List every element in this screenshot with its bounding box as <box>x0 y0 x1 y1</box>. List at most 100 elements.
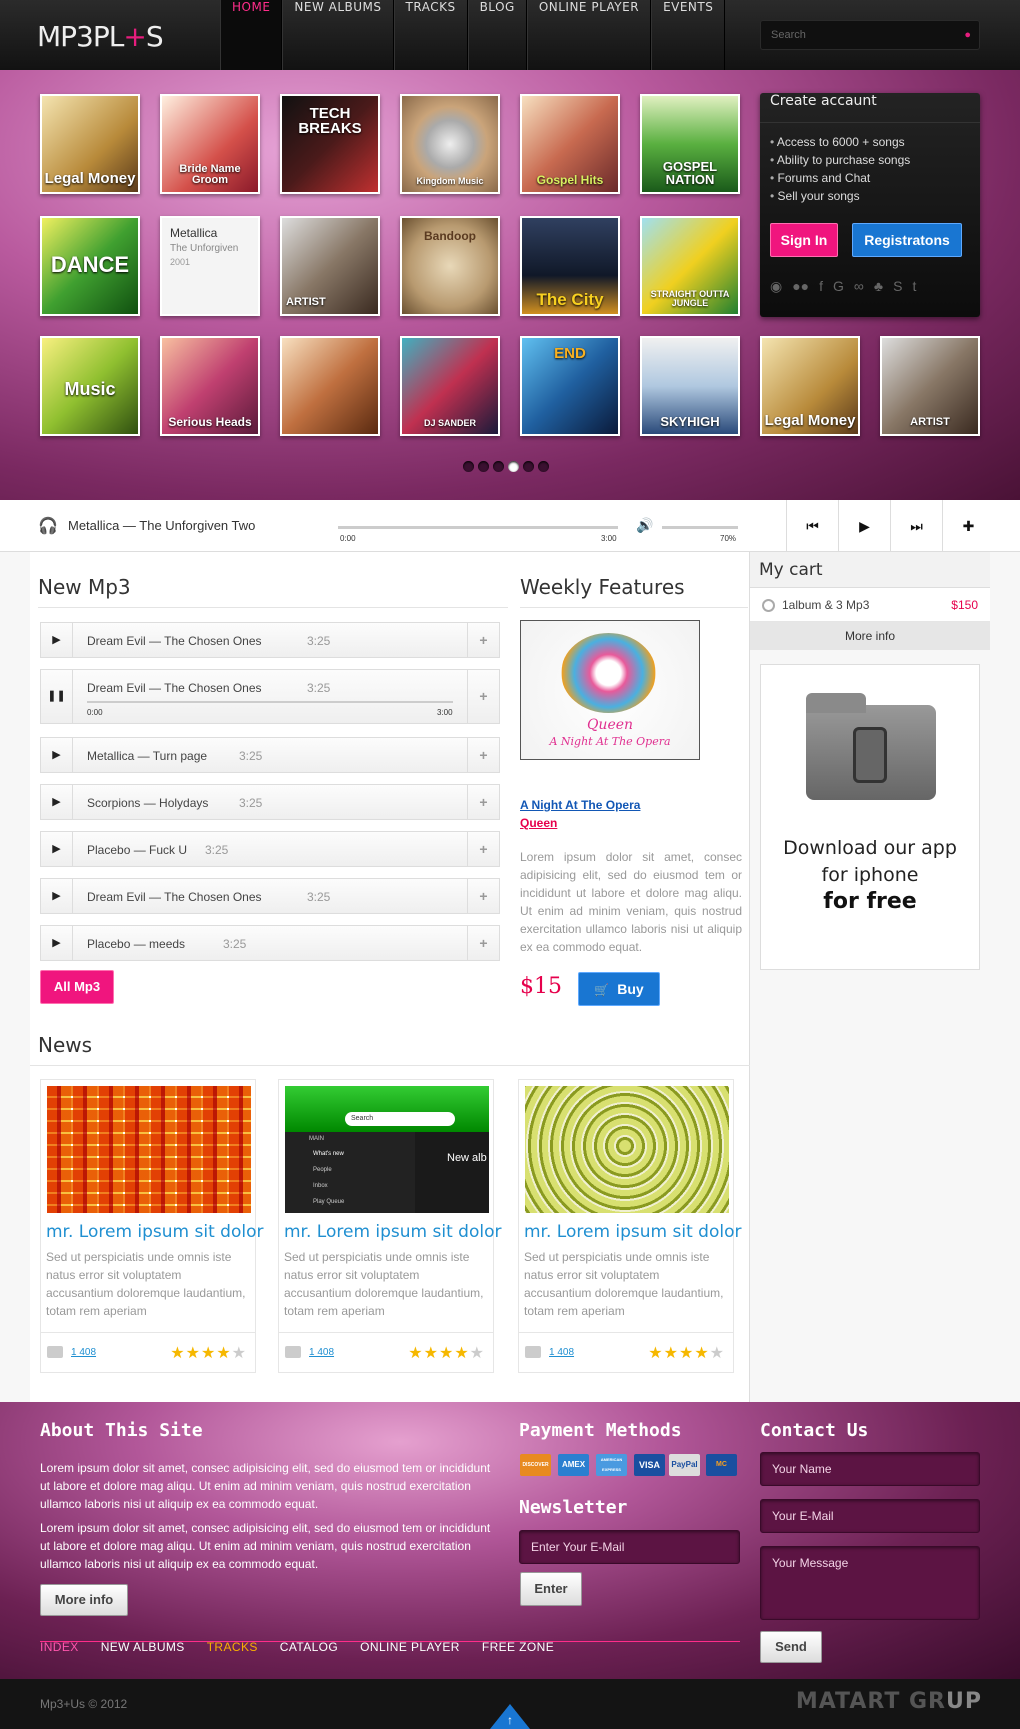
track-row[interactable]: ▶ Dream Evil — The Chosen Ones 3:25 + <box>40 622 500 658</box>
album-cover[interactable]: DJ SANDER <box>400 336 500 436</box>
add-icon[interactable]: + <box>467 738 499 772</box>
slider-dot-active[interactable] <box>508 461 519 472</box>
track-progress[interactable] <box>87 701 453 703</box>
nav-home[interactable]: HOME <box>220 0 283 70</box>
slider-dot[interactable] <box>538 461 549 472</box>
nav-blog[interactable]: BLOG <box>467 0 527 70</box>
volume-slider[interactable] <box>662 526 738 529</box>
facebook-icon[interactable]: f <box>819 278 823 295</box>
add-icon[interactable]: + <box>467 785 499 819</box>
album-cover[interactable]: END <box>520 336 620 436</box>
footer-nav-index[interactable]: INDEX <box>40 1640 79 1654</box>
track-row[interactable]: ▶ Metallica — Turn page 3:25 + <box>40 737 500 773</box>
matart-group-logo[interactable]: MATART GRUP <box>796 1689 982 1714</box>
track-row[interactable]: ▶ Dream Evil — The Chosen Ones 3:25 + <box>40 878 500 914</box>
news-title[interactable]: mr. Lorem ipsum sit dolor <box>46 1222 263 1242</box>
track-row[interactable]: ▶ Placebo — Fuck U 3:25 + <box>40 831 500 867</box>
album-cover[interactable]: Bride Name Groom <box>160 94 260 194</box>
add-icon[interactable]: + <box>467 926 499 960</box>
album-cover[interactable]: GOSPEL NATION <box>640 94 740 194</box>
comment-count[interactable]: 1 408 <box>71 1347 96 1358</box>
back-to-top-icon[interactable]: ↑ <box>490 1704 530 1729</box>
contact-name-input[interactable]: Your Name <box>760 1452 980 1486</box>
news-card[interactable]: mr. Lorem ipsum sit dolor Sed ut perspic… <box>40 1079 263 1373</box>
contact-email-input[interactable]: Your E-Mail <box>760 1499 980 1533</box>
comment-count[interactable]: 1 408 <box>549 1347 574 1358</box>
slider-dot[interactable] <box>523 461 534 472</box>
footer-nav-free-zone[interactable]: FREE ZONE <box>482 1640 554 1654</box>
nav-events[interactable]: EVENTS <box>651 0 726 70</box>
album-cover[interactable] <box>280 336 380 436</box>
newsletter-email-input[interactable]: Enter Your E-Mail <box>519 1530 740 1564</box>
all-mp3-button[interactable]: All Mp3 <box>40 970 114 1004</box>
album-cover[interactable]: DANCE <box>40 216 140 316</box>
footer-nav-new-albums[interactable]: NEW ALBUMS <box>101 1640 185 1654</box>
search-input[interactable]: Search ● <box>760 20 980 50</box>
lastfm-icon[interactable]: ∞ <box>854 278 864 295</box>
progress-track[interactable] <box>338 526 618 529</box>
album-cover[interactable]: Bandoop <box>400 216 500 316</box>
track-row-playing[interactable]: ❚❚ Dream Evil — The Chosen Ones 3:25 0:00 … <box>40 669 500 724</box>
add-icon[interactable]: + <box>467 832 499 866</box>
play-icon[interactable]: ▶ <box>41 785 73 819</box>
nav-online-player[interactable]: ONLINE PLAYER <box>526 0 652 70</box>
rating-stars[interactable]: ★★★★★ <box>408 1343 485 1363</box>
album-cover[interactable]: ARTIST <box>880 336 980 436</box>
add-icon[interactable]: + <box>467 623 499 657</box>
skype-icon[interactable]: S <box>893 278 902 295</box>
rating-stars[interactable]: ★★★★★ <box>170 1343 247 1363</box>
contact-send-button[interactable]: Send <box>760 1631 822 1663</box>
pause-icon[interactable]: ❚❚ <box>41 670 73 723</box>
sign-in-button[interactable]: Sign In <box>770 223 838 257</box>
album-cover[interactable]: STRAIGHT OUTTA JUNGLE <box>640 216 740 316</box>
tumblr-icon[interactable]: t <box>912 278 916 295</box>
album-cover[interactable]: Legal Money <box>760 336 860 436</box>
album-cover[interactable]: Kingdom Music <box>400 94 500 194</box>
featured-artist-link[interactable]: Queen <box>520 816 557 830</box>
newsletter-enter-button[interactable]: Enter <box>520 1572 582 1606</box>
about-more-info-button[interactable]: More info <box>40 1584 128 1616</box>
myspace-icon[interactable]: ♣ <box>874 278 883 295</box>
footer-nav-tracks[interactable]: TRACKS <box>207 1640 258 1654</box>
add-icon[interactable]: + <box>467 879 499 913</box>
rss-icon[interactable]: ◉ <box>770 278 782 295</box>
album-cover[interactable]: ARTIST <box>280 216 380 316</box>
album-cover[interactable]: The City <box>520 216 620 316</box>
next-icon[interactable]: ⏭ <box>890 500 942 552</box>
add-to-playlist-icon[interactable]: ✚ <box>942 500 994 552</box>
play-icon[interactable]: ▶ <box>41 879 73 913</box>
site-logo[interactable]: MP3PL+S <box>37 20 164 53</box>
nav-new-albums[interactable]: NEW ALBUMS <box>282 0 394 70</box>
footer-nav-online-player[interactable]: ONLINE PLAYER <box>360 1640 460 1654</box>
cart-item[interactable]: 1album & 3 Mp3 $150 <box>750 588 990 622</box>
rating-stars[interactable]: ★★★★★ <box>648 1343 725 1363</box>
track-row[interactable]: ▶ Placebo — meeds 3:25 + <box>40 925 500 961</box>
buy-button[interactable]: 🛒 Buy <box>578 972 660 1006</box>
comment-count[interactable]: 1 408 <box>309 1347 334 1358</box>
slider-dot[interactable] <box>463 461 474 472</box>
featured-album-art[interactable]: Queen A Night At The Opera <box>520 620 730 760</box>
flickr-icon[interactable]: ●● <box>792 278 809 295</box>
featured-album-link[interactable]: A Night At The Opera <box>520 798 640 812</box>
cart-more-info-button[interactable]: More info <box>750 622 990 650</box>
play-icon[interactable]: ▶ <box>41 832 73 866</box>
add-icon[interactable]: + <box>467 670 499 723</box>
news-title[interactable]: mr. Lorem ipsum sit dolor <box>524 1222 741 1242</box>
play-icon[interactable]: ▶ <box>41 623 73 657</box>
now-playing-card[interactable]: Metallica The Unforgiven 2001 <box>160 216 260 316</box>
slider-dot[interactable] <box>478 461 489 472</box>
album-cover[interactable]: Music <box>40 336 140 436</box>
play-icon[interactable]: ▶ <box>41 738 73 772</box>
footer-nav-catalog[interactable]: CATALOG <box>280 1640 338 1654</box>
news-title[interactable]: mr. Lorem ipsum sit dolor <box>284 1222 501 1242</box>
play-icon[interactable]: ▶ <box>41 926 73 960</box>
app-promo-banner[interactable]: Download our app for iphone for free <box>760 664 980 970</box>
album-cover[interactable]: Legal Money <box>40 94 140 194</box>
slider-dot[interactable] <box>493 461 504 472</box>
album-cover[interactable]: Serious Heads <box>160 336 260 436</box>
album-cover[interactable]: TECH BREAKS <box>280 94 380 194</box>
search-icon[interactable]: ● <box>964 21 971 49</box>
play-icon[interactable]: ▶ <box>838 500 890 552</box>
previous-icon[interactable]: ⏮ <box>786 500 838 552</box>
nav-tracks[interactable]: TRACKS <box>393 0 468 70</box>
